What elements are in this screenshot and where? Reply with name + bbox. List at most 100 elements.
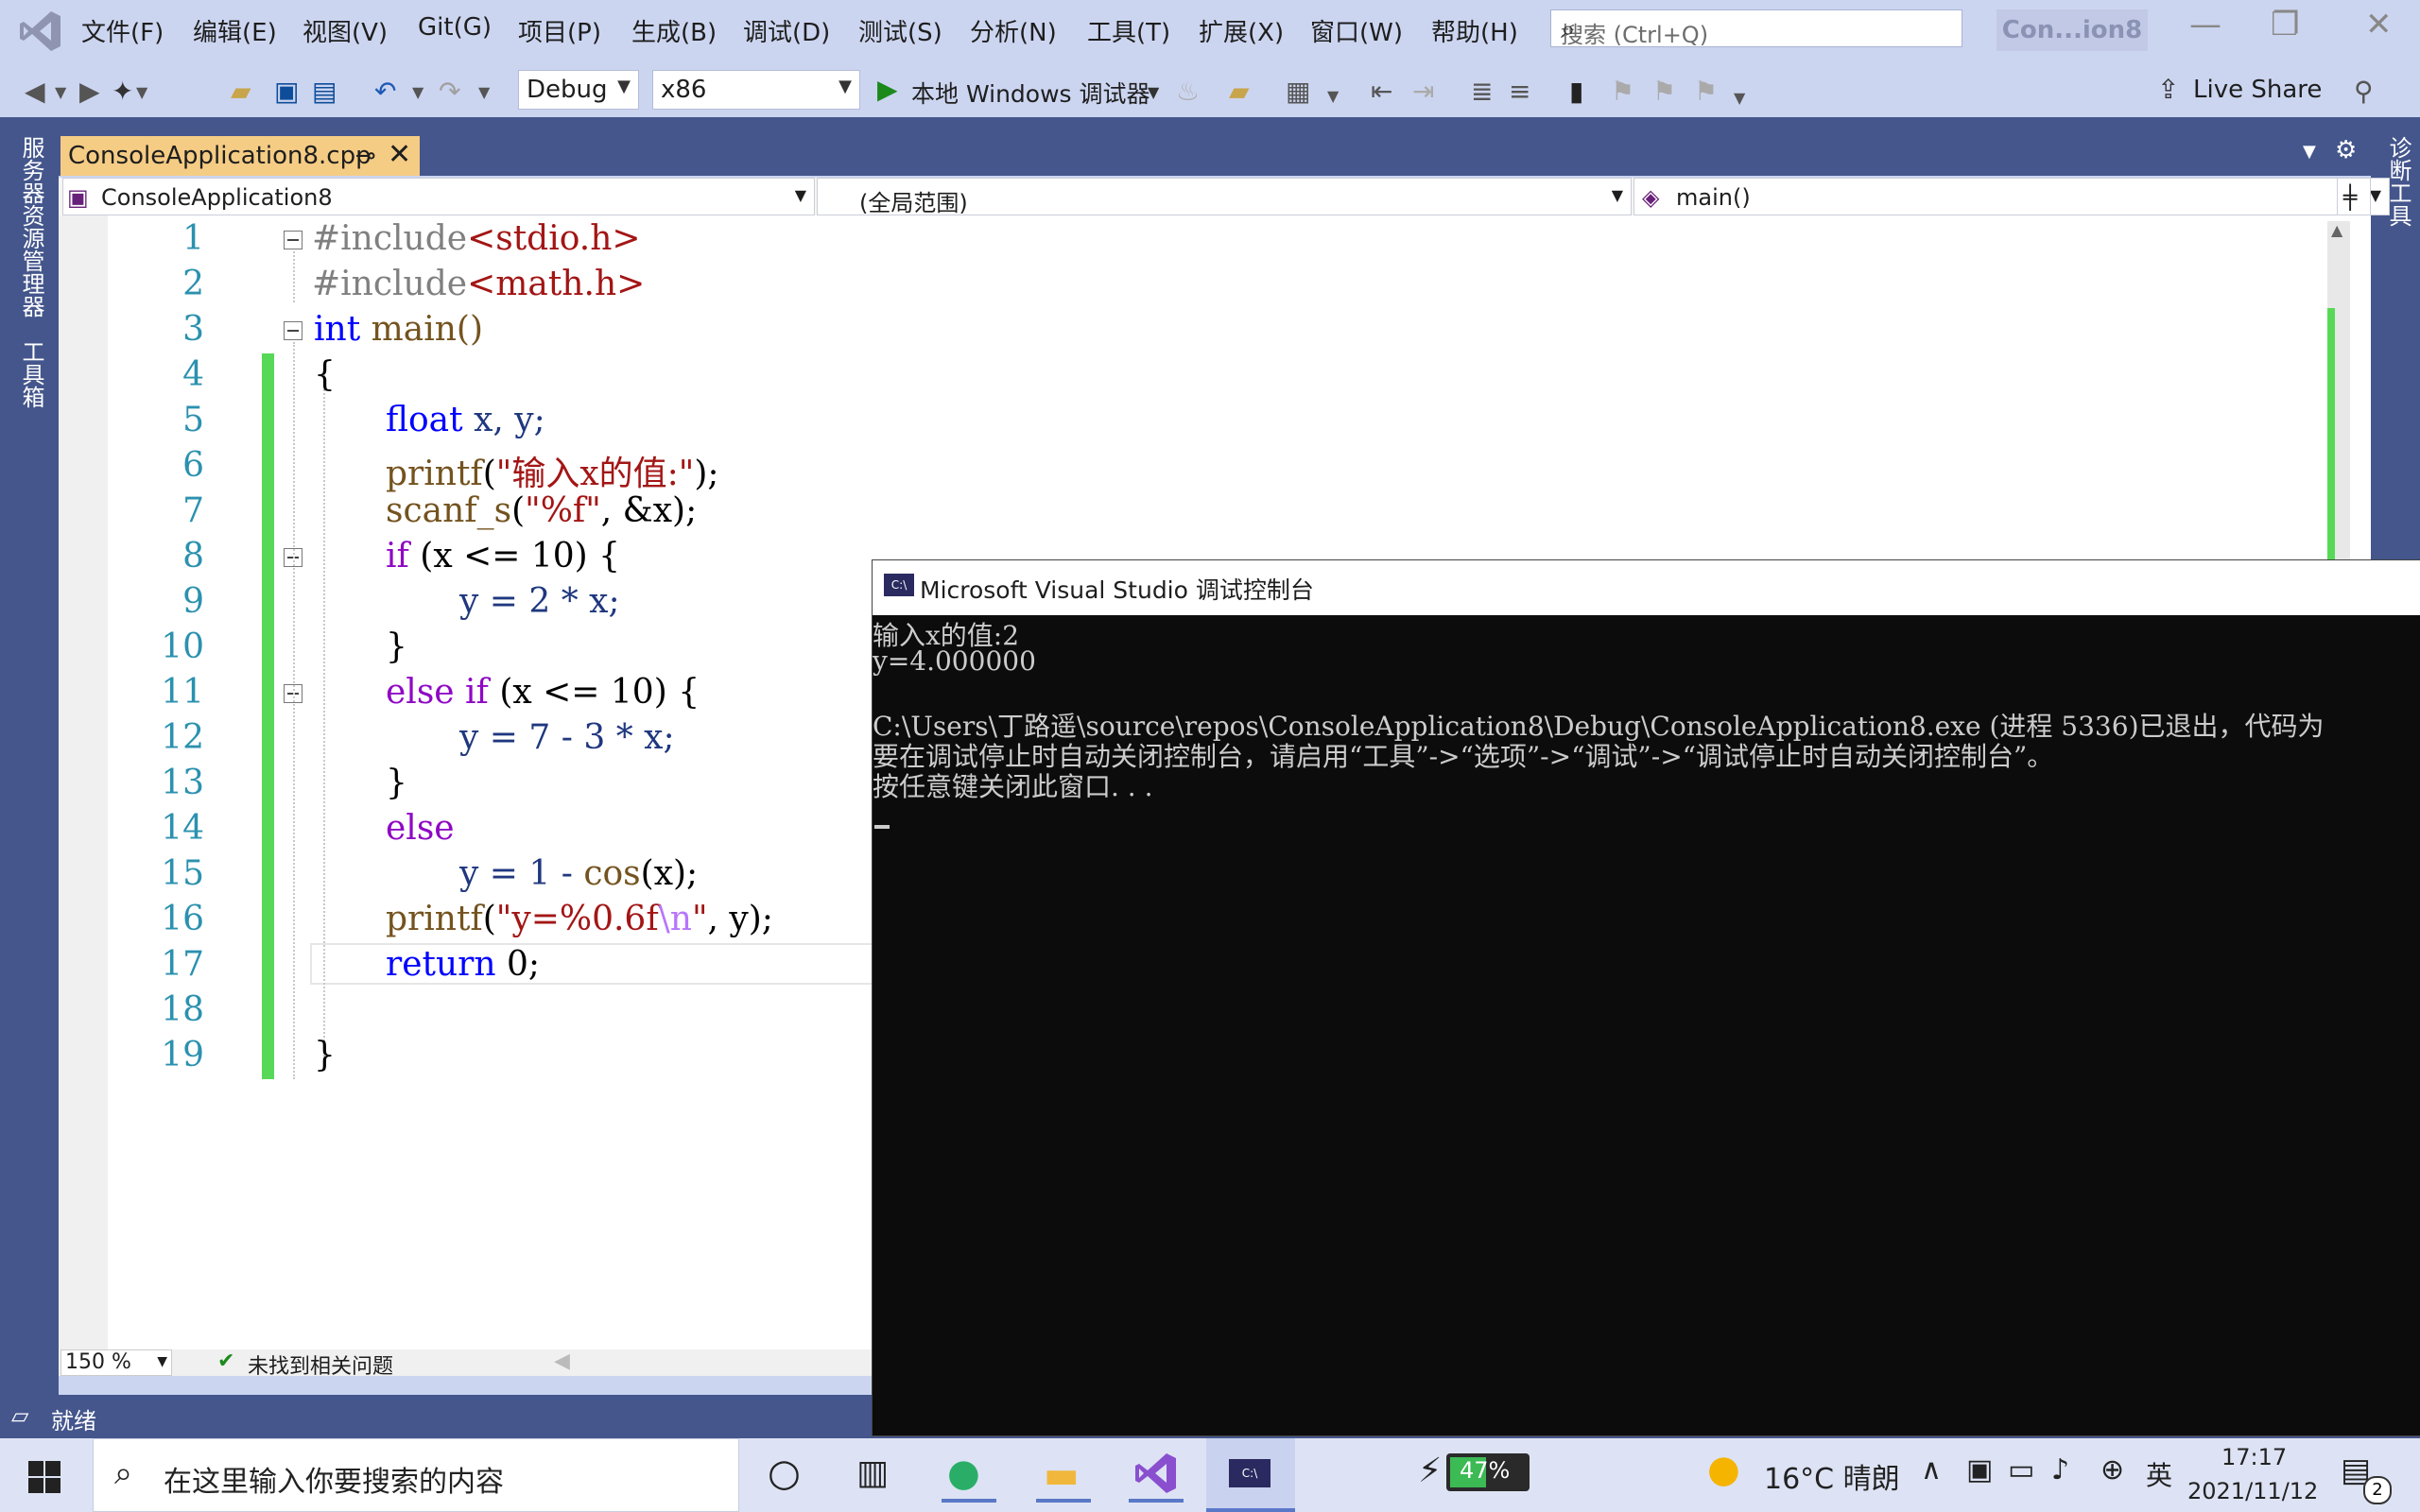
- check-icon: ✔: [217, 1349, 235, 1373]
- redo-icon[interactable]: ↷: [439, 76, 460, 107]
- file-explorer-icon[interactable]: ▬: [1036, 1448, 1091, 1503]
- next-bookmark-icon[interactable]: ⚑: [1652, 76, 1676, 107]
- menu-item[interactable]: 扩展(X): [1199, 13, 1284, 48]
- undo-icon[interactable]: ↶: [374, 76, 396, 107]
- menu-item[interactable]: 生成(B): [631, 13, 717, 48]
- language-globe-icon[interactable]: ⊕: [2100, 1453, 2124, 1486]
- volume-icon[interactable]: ♪: [2051, 1453, 2069, 1486]
- solution-name-badge[interactable]: Con...ion8: [1996, 9, 2148, 51]
- forward-icon[interactable]: ▶: [79, 76, 100, 107]
- taskbar-search-input[interactable]: ⌕ 在这里输入你要搜索的内容: [93, 1438, 739, 1512]
- pin-icon[interactable]: ⊸: [355, 142, 376, 170]
- overflow-dropdown-icon[interactable]: ▼: [1327, 87, 1339, 105]
- new-dropdown-icon[interactable]: ▼: [136, 83, 147, 101]
- menu-item[interactable]: 调试(D): [743, 13, 830, 48]
- configuration-value: Debug: [527, 76, 608, 104]
- network-icon[interactable]: ▭: [2008, 1453, 2034, 1486]
- indicator-margin: [59, 215, 108, 1351]
- open-file-icon[interactable]: ▰: [231, 76, 251, 107]
- line-number: 19: [161, 1036, 204, 1074]
- save-all-icon[interactable]: ▤: [312, 76, 337, 107]
- menu-item[interactable]: 帮助(H): [1431, 13, 1518, 48]
- server-explorer-tab[interactable]: 服务器资源管理器: [15, 136, 48, 318]
- toolbar-overflow-icon[interactable]: ▼: [1734, 89, 1745, 107]
- back-icon[interactable]: ◀: [25, 76, 45, 107]
- close-tab-icon[interactable]: ✕: [388, 138, 411, 171]
- status-output-icon[interactable]: ▱: [11, 1402, 28, 1429]
- bookmark-icon[interactable]: ▮: [1569, 76, 1583, 107]
- hot-reload-icon[interactable]: ♨: [1176, 76, 1200, 107]
- restore-icon[interactable]: ❐: [2271, 6, 2299, 43]
- indent-icon[interactable]: ≡: [1509, 76, 1530, 107]
- clear-bookmarks-icon[interactable]: ⚑: [1694, 76, 1718, 107]
- issues-status[interactable]: 未找到相关问题: [248, 1349, 393, 1380]
- close-window-icon[interactable]: ✕: [2365, 6, 2393, 43]
- menu-item[interactable]: 文件(F): [81, 13, 164, 48]
- weather-text[interactable]: 16°C 晴朗: [1764, 1455, 1900, 1497]
- menu-item[interactable]: 窗口(W): [1310, 13, 1403, 48]
- line-number: 4: [182, 355, 204, 394]
- run-target-label: 本地 Windows 调试器: [911, 80, 1150, 108]
- menu-item[interactable]: 视图(V): [302, 13, 388, 48]
- visual-studio-taskbar-icon[interactable]: [1129, 1448, 1184, 1503]
- menu-item[interactable]: 分析(N): [970, 13, 1057, 48]
- search-input[interactable]: 搜索 (Ctrl+Q) ⌕: [1550, 9, 1962, 48]
- settings-gear-icon[interactable]: ⚙: [2335, 136, 2357, 164]
- clock-date[interactable]: 2021/11/12: [2187, 1478, 2318, 1504]
- start-debugging-button[interactable]: ▶ 本地 Windows 调试器 ▼: [875, 70, 1159, 110]
- feedback-icon[interactable]: ⚲: [2354, 76, 2374, 107]
- scope-dropdown[interactable]: (全局范围) ▼: [817, 178, 1632, 216]
- menu-item[interactable]: 测试(S): [858, 13, 942, 48]
- minimize-icon[interactable]: —: [2189, 6, 2221, 43]
- cpp-project-icon: ▣: [67, 184, 89, 211]
- scroll-up-icon[interactable]: ▲: [2331, 221, 2342, 239]
- console-taskbar-icon[interactable]: C:\: [1206, 1438, 1295, 1512]
- console-title: Microsoft Visual Studio 调试控制台: [920, 576, 1314, 604]
- project-dropdown[interactable]: ▣ ConsoleApplication8 ▼: [62, 178, 815, 215]
- split-editor-button[interactable]: ╪: [2337, 178, 2371, 215]
- device-icon[interactable]: ▣: [1966, 1453, 1993, 1486]
- chevron-down-icon: ▼: [794, 186, 806, 204]
- collapse-icon[interactable]: [284, 321, 302, 340]
- debug-console-window[interactable]: C:\ Microsoft Visual Studio 调试控制台 输入x的值:…: [872, 559, 2420, 1436]
- outdent-icon[interactable]: ≣: [1471, 76, 1493, 107]
- step-over-icon[interactable]: ⇥: [1412, 76, 1434, 107]
- scroll-left-icon[interactable]: ◀: [554, 1349, 570, 1373]
- clock-time[interactable]: 17:17: [2221, 1444, 2287, 1470]
- console-cursor: [874, 825, 890, 829]
- collapse-icon[interactable]: [284, 231, 302, 249]
- zoom-dropdown[interactable]: 150 % ▼: [60, 1349, 172, 1376]
- toolbox-tab[interactable]: 工具箱: [15, 340, 48, 408]
- new-project-icon[interactable]: ✦: [112, 76, 133, 107]
- scrollbar-change-marker: [2327, 308, 2335, 561]
- show-hidden-icons-icon[interactable]: ∧: [1921, 1453, 1942, 1486]
- split-icon: ╪: [2343, 184, 2358, 211]
- battery-indicator[interactable]: 47%: [1446, 1453, 1530, 1491]
- search-icon[interactable]: ⌕: [1561, 13, 1950, 45]
- ime-indicator[interactable]: 英: [2146, 1455, 2172, 1493]
- cortana-icon[interactable]: ○: [768, 1452, 801, 1495]
- menu-item[interactable]: Git(G): [418, 13, 492, 42]
- step-icon[interactable]: ⇤: [1371, 76, 1392, 107]
- menu-item[interactable]: 工具(T): [1087, 13, 1170, 48]
- wechat-icon[interactable]: ●: [942, 1448, 996, 1503]
- menu-item[interactable]: 编辑(E): [193, 13, 277, 48]
- live-share-button[interactable]: ⇪ Live Share: [2157, 70, 2327, 110]
- console-title-bar[interactable]: C:\ Microsoft Visual Studio 调试控制台: [873, 560, 2420, 615]
- menu-item[interactable]: 项目(P): [518, 13, 601, 48]
- tab-consoleapplication8-cpp[interactable]: ConsoleApplication8.cpp ⊸ ✕: [60, 136, 420, 176]
- redo-dropdown-icon[interactable]: ▼: [478, 83, 490, 101]
- back-dropdown-icon[interactable]: ▼: [55, 83, 66, 101]
- platform-dropdown[interactable]: x86 ▼: [652, 70, 860, 110]
- find-in-files-icon[interactable]: ▰: [1229, 76, 1250, 107]
- tab-list-dropdown-icon[interactable]: ▼: [2303, 142, 2316, 162]
- undo-dropdown-icon[interactable]: ▼: [412, 83, 424, 101]
- configuration-dropdown[interactable]: Debug ▼: [518, 70, 639, 110]
- browse-icon[interactable]: ▦: [1286, 76, 1310, 107]
- save-icon[interactable]: ▣: [274, 76, 299, 107]
- task-view-icon[interactable]: ▥: [856, 1453, 889, 1492]
- windows-start-icon[interactable]: [28, 1461, 60, 1493]
- prev-bookmark-icon[interactable]: ⚑: [1611, 76, 1634, 107]
- line-number: 7: [182, 491, 204, 530]
- member-dropdown[interactable]: ◈ main() ▼: [1634, 178, 2390, 215]
